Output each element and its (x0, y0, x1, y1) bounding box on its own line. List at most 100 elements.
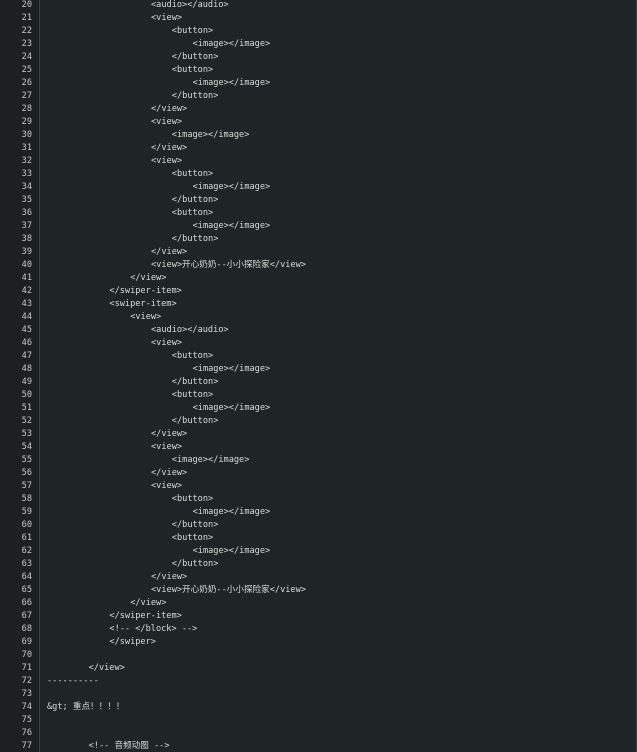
code-line[interactable]: 66 </view> (0, 597, 636, 610)
line-code[interactable]: <image></image> (193, 181, 271, 194)
code-line[interactable]: 60 </button> (0, 519, 636, 532)
code-line[interactable]: 67 </swiper-item> (0, 610, 636, 623)
code-line[interactable]: 40 <view>开心奶奶--小小探险家</view> (0, 259, 636, 272)
line-code[interactable]: </button> (172, 558, 219, 571)
line-code[interactable]: <swiper-item> (109, 298, 176, 311)
code-line[interactable]: 70 (0, 649, 636, 662)
code-line[interactable]: 31 </view> (0, 142, 636, 155)
code-line[interactable]: 47 <button> (0, 350, 636, 363)
code-line[interactable]: 58 <button> (0, 493, 636, 506)
line-code[interactable]: &gt; 重点！！！！ (47, 701, 124, 714)
line-code[interactable]: <!-- </block> --> (109, 623, 197, 636)
code-line[interactable]: 26 <image></image> (0, 77, 636, 90)
code-line[interactable]: 48 <image></image> (0, 363, 636, 376)
code-line[interactable]: 55 <image></image> (0, 454, 636, 467)
line-code[interactable]: </view> (151, 467, 187, 480)
line-code[interactable]: <view>开心奶奶--小小探险家</view> (151, 584, 306, 597)
line-code[interactable]: <view> (151, 155, 182, 168)
line-code[interactable]: </button> (172, 51, 219, 64)
line-code[interactable]: <image></image> (193, 545, 271, 558)
line-code[interactable]: </swiper-item> (109, 610, 181, 623)
code-line[interactable]: 59 <image></image> (0, 506, 636, 519)
code-line[interactable]: 76 (0, 727, 636, 740)
code-line[interactable]: 61 <button> (0, 532, 636, 545)
code-line[interactable]: 30 <image></image> (0, 129, 636, 142)
code-line[interactable]: 52 </button> (0, 415, 636, 428)
line-code[interactable]: <image></image> (172, 454, 250, 467)
line-code[interactable]: </swiper-item> (109, 285, 181, 298)
code-line[interactable]: 23 <image></image> (0, 38, 636, 51)
line-code[interactable]: <button> (172, 389, 213, 402)
code-line[interactable]: 37 <image></image> (0, 220, 636, 233)
code-line[interactable]: 36 <button> (0, 207, 636, 220)
code-line[interactable]: 72 ---------- (0, 675, 636, 688)
code-line[interactable]: 68 <!-- </block> --> (0, 623, 636, 636)
code-line[interactable]: 73 (0, 688, 636, 701)
code-line[interactable]: 29 <view> (0, 116, 636, 129)
code-line[interactable]: 56 </view> (0, 467, 636, 480)
code-line[interactable]: 50 <button> (0, 389, 636, 402)
code-editor[interactable]: 20 <audio></audio> 21 <view> 22 <button> 23 <im… (0, 0, 637, 752)
code-line[interactable]: 75 (0, 714, 636, 727)
line-code[interactable]: <image></image> (172, 129, 250, 142)
line-code[interactable]: <button> (172, 25, 213, 38)
line-code[interactable]: <view> (151, 441, 182, 454)
line-code[interactable]: <image></image> (193, 402, 271, 415)
code-line[interactable]: 65 <view>开心奶奶--小小探险家</view> (0, 584, 636, 597)
line-code[interactable]: </button> (172, 233, 219, 246)
code-line[interactable]: 38 </button> (0, 233, 636, 246)
line-code[interactable]: <audio></audio> (151, 0, 229, 12)
code-line[interactable]: 57 <view> (0, 480, 636, 493)
line-code[interactable]: </view> (151, 103, 187, 116)
line-code[interactable]: ---------- (47, 675, 99, 688)
line-code[interactable]: <image></image> (193, 363, 271, 376)
code-line[interactable]: 63 </button> (0, 558, 636, 571)
line-code[interactable]: <image></image> (193, 220, 271, 233)
code-line[interactable]: 44 <view> (0, 311, 636, 324)
code-line[interactable]: 71 </view> (0, 662, 636, 675)
code-line[interactable]: 25 <button> (0, 64, 636, 77)
line-code[interactable]: <image></image> (193, 38, 271, 51)
code-line[interactable]: 49 </button> (0, 376, 636, 389)
line-code[interactable]: <button> (172, 207, 213, 220)
line-code[interactable]: <view> (151, 116, 182, 129)
code-line[interactable]: 53 </view> (0, 428, 636, 441)
code-line[interactable]: 24 </button> (0, 51, 636, 64)
line-code[interactable]: </button> (172, 415, 219, 428)
line-code[interactable]: </view> (151, 571, 187, 584)
code-line[interactable]: 54 <view> (0, 441, 636, 454)
line-code[interactable]: <button> (172, 350, 213, 363)
code-line[interactable]: 46 <view> (0, 337, 636, 350)
code-line[interactable]: 42 </swiper-item> (0, 285, 636, 298)
line-code[interactable]: <image></image> (193, 506, 271, 519)
line-code[interactable]: <button> (172, 64, 213, 77)
code-line[interactable]: 32 <view> (0, 155, 636, 168)
code-line[interactable]: 43 <swiper-item> (0, 298, 636, 311)
code-line[interactable]: 41 </view> (0, 272, 636, 285)
code-line[interactable]: 22 <button> (0, 25, 636, 38)
line-code[interactable]: </button> (172, 519, 219, 532)
line-code[interactable]: </swiper> (109, 636, 156, 649)
line-code[interactable]: </view> (89, 662, 125, 675)
code-line[interactable]: 33 <button> (0, 168, 636, 181)
code-line[interactable]: 69 </swiper> (0, 636, 636, 649)
line-code[interactable]: <button> (172, 532, 213, 545)
line-code[interactable]: </view> (130, 597, 166, 610)
line-code[interactable]: </button> (172, 376, 219, 389)
line-code[interactable]: <view> (130, 311, 161, 324)
code-line[interactable]: 74 &gt; 重点！！！！ (0, 701, 636, 714)
code-line[interactable]: 35 </button> (0, 194, 636, 207)
line-code[interactable]: </view> (151, 428, 187, 441)
code-line[interactable]: 28 </view> (0, 103, 636, 116)
line-code[interactable]: </view> (151, 142, 187, 155)
code-line[interactable]: 34 <image></image> (0, 181, 636, 194)
line-code[interactable]: <button> (172, 168, 213, 181)
line-code[interactable]: <view>开心奶奶--小小探险家</view> (151, 259, 306, 272)
code-line[interactable]: 45 <audio></audio> (0, 324, 636, 337)
line-code[interactable]: <view> (151, 12, 182, 25)
line-code[interactable]: <audio></audio> (151, 324, 229, 337)
code-line[interactable]: 77 <!-- 音频动图 --> (0, 740, 636, 752)
code-line[interactable]: 27 </button> (0, 90, 636, 103)
code-line[interactable]: 62 <image></image> (0, 545, 636, 558)
code-line[interactable]: 39 </view> (0, 246, 636, 259)
